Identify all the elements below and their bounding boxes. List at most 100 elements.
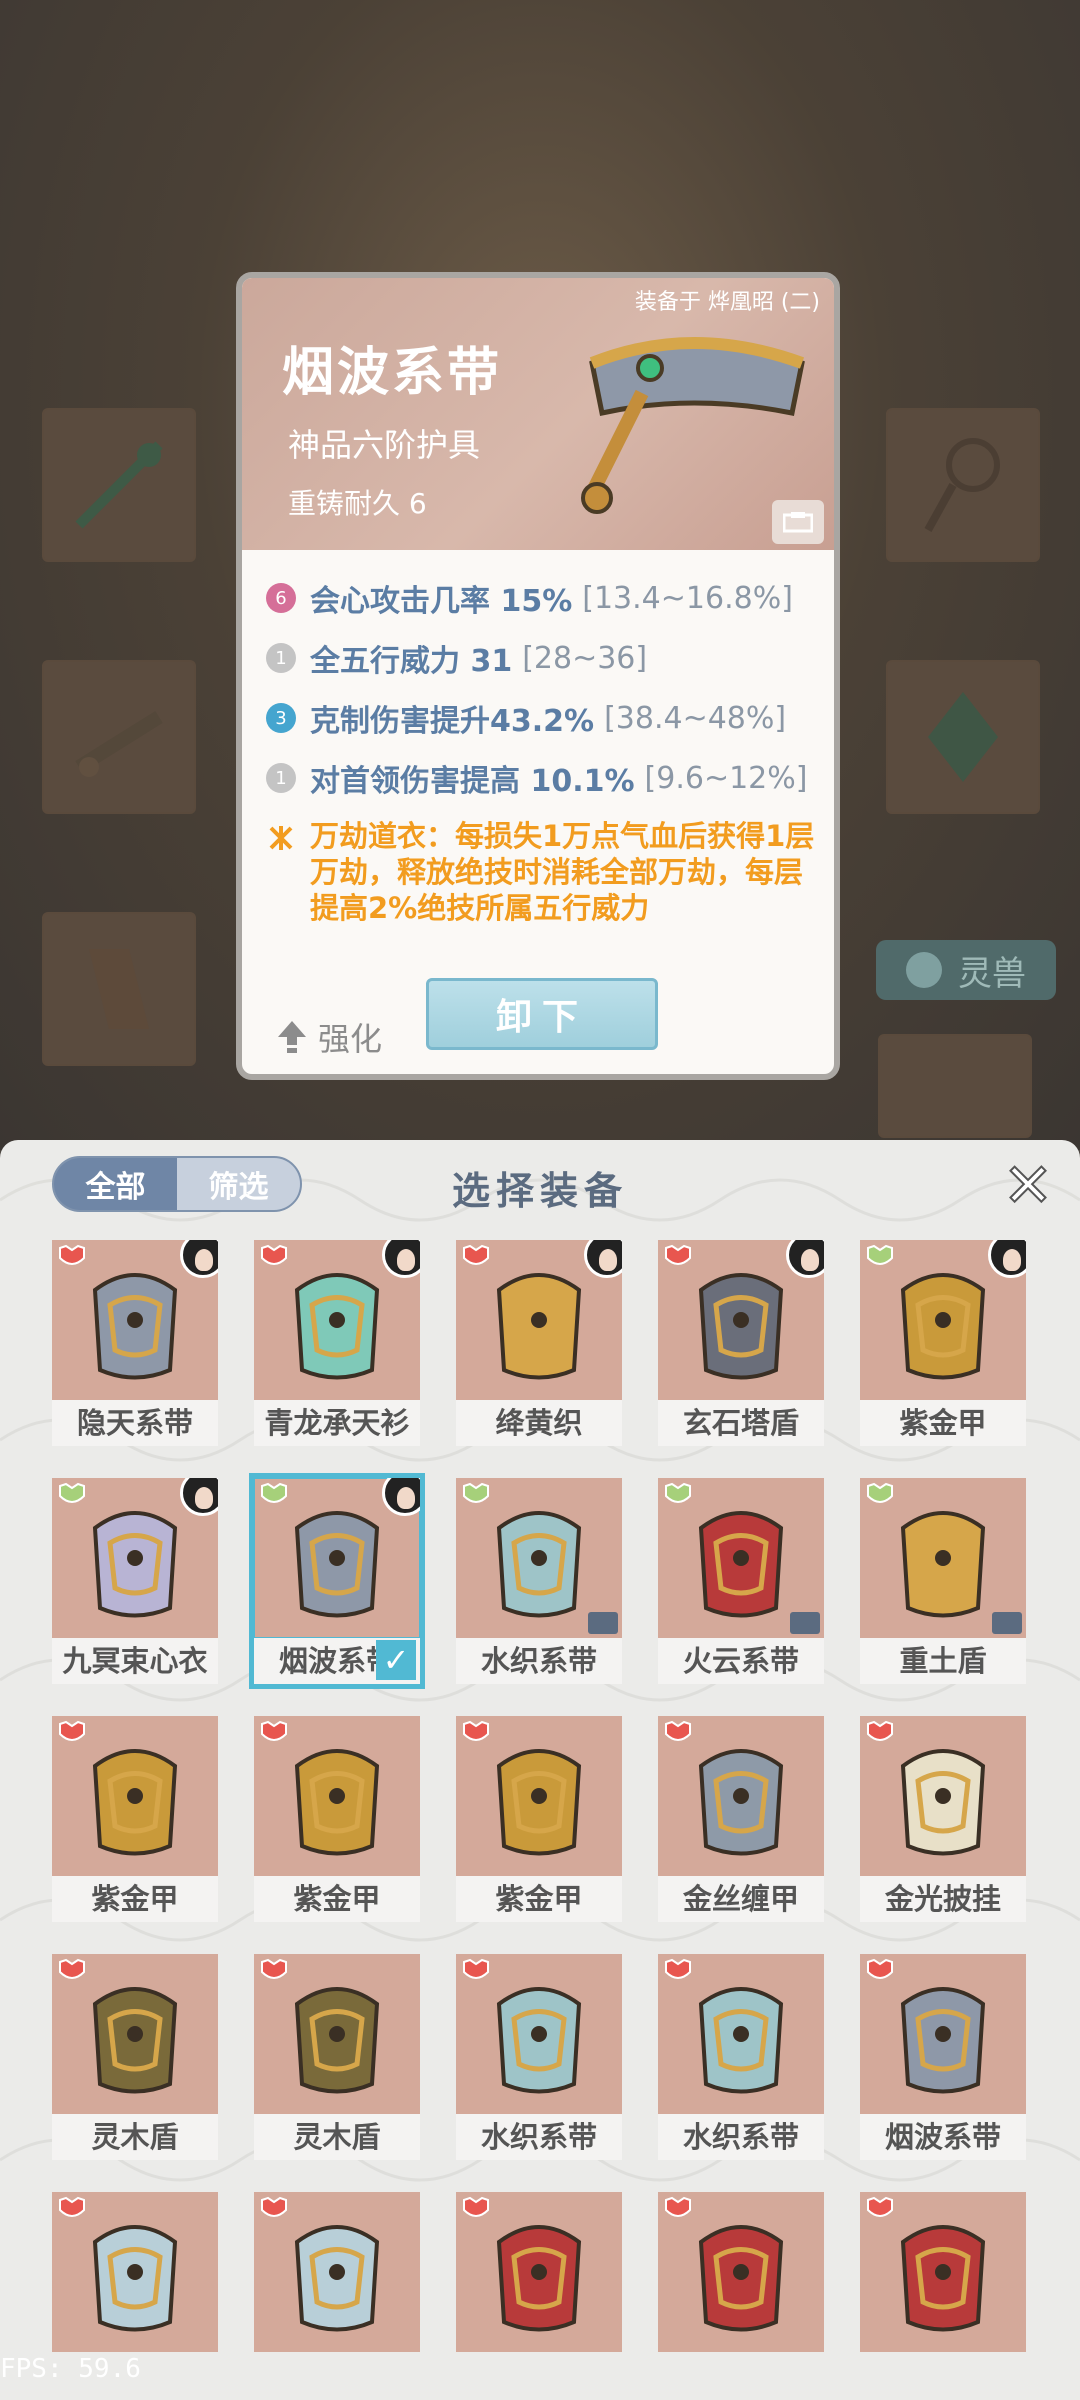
equipment-card-frame [52, 1716, 218, 1876]
armor-slot-icon [665, 1720, 691, 1741]
equipment-card-frame [254, 1954, 420, 2114]
equipment-card-frame [658, 1716, 824, 1876]
armor-slot-icon [59, 1958, 85, 1979]
close-icon[interactable]: ✕ [1000, 1155, 1056, 1217]
bg-equip-slot [886, 408, 1040, 562]
attr-range: [13.4~16.8%] [582, 580, 793, 616]
equipment-card-frame [658, 1478, 824, 1638]
equipment-card-frame [658, 1954, 824, 2114]
equipment-card-frame [456, 1478, 622, 1638]
enhance-button[interactable]: 强化 [276, 1014, 382, 1060]
equipment-card[interactable]: 玄石塔盾 [658, 1240, 824, 1446]
bg-equip-slot [878, 1034, 1032, 1138]
attribute-row: 6 会心攻击几率 15% [13.4~16.8%] [266, 568, 826, 628]
special-skill: 万劫道衣：每损失1万点气血后获得1层万劫，释放绝技时消耗全部万劫，每层提高2%绝… [266, 818, 826, 926]
equipment-card[interactable] [456, 2192, 622, 2398]
item-reforge-durability: 重铸耐久 6 [288, 487, 427, 520]
equipment-name: 紫金甲 [52, 1876, 218, 1922]
equipment-name: 金光披挂 [860, 1876, 1026, 1922]
armor-slot-icon [867, 1482, 893, 1503]
equipment-card[interactable]: 灵木盾 [254, 1954, 420, 2160]
armor-slot-icon [867, 1720, 893, 1741]
equipment-name: 水织系带 [658, 2114, 824, 2160]
enhance-label: 强化 [318, 1020, 383, 1058]
equipment-card[interactable]: 金丝缠甲 [658, 1716, 824, 1922]
equipment-card[interactable]: 青龙承天衫 [254, 1240, 420, 1446]
attr-level-badge: 6 [266, 583, 296, 613]
equipment-art-icon [496, 2225, 582, 2332]
equipment-name: 隐天系带 [52, 1400, 218, 1446]
equipped-on-label: 装备于 烨凰昭 (二) [634, 290, 820, 315]
equipment-art-icon [900, 1273, 986, 1380]
armor-slot-icon [463, 1958, 489, 1979]
equipment-name: 水织系带 [456, 2114, 622, 2160]
equipment-name: 紫金甲 [254, 1876, 420, 1922]
equipment-card-frame [250, 1474, 424, 1642]
attr-value: 克制伤害提升43.2% [310, 704, 595, 739]
equipment-art-icon [900, 1511, 986, 1618]
equipment-card[interactable]: 绛黄织 [456, 1240, 622, 1446]
attr-level-badge: 1 [266, 643, 296, 673]
equipment-card[interactable] [860, 2192, 1026, 2398]
equipment-card[interactable] [658, 2192, 824, 2398]
bg-equip-slot [42, 408, 196, 562]
tag-icon [588, 1612, 618, 1634]
equipment-card[interactable]: 水织系带 [658, 1954, 824, 2160]
bg-equip-slot [886, 660, 1040, 814]
armor-slot-icon [867, 2196, 893, 2217]
equipment-art-icon [900, 2225, 986, 2332]
equipment-name: 金丝缠甲 [658, 1876, 824, 1922]
equipment-card-frame [254, 1716, 420, 1876]
equipment-card[interactable]: 水织系带 [456, 1954, 622, 2160]
equipment-card[interactable]: 重土盾 [860, 1478, 1026, 1684]
equipment-card[interactable]: 紫金甲 [254, 1716, 420, 1922]
attr-value: 对首领伤害提高 10.1% [310, 764, 635, 799]
armor-slot-icon [261, 1720, 287, 1741]
fps-counter: FPS: 59.6 [0, 2354, 141, 2384]
equipment-card[interactable]: 紫金甲 [52, 1716, 218, 1922]
attribute-row: 1 对首领伤害提高 10.1% [9.6~12%] [266, 748, 826, 808]
equipment-card[interactable]: 紫金甲 [860, 1240, 1026, 1446]
detail-header: 装备于 烨凰昭 (二) 烟波系带 神品六阶护具 重铸耐久 6 [242, 278, 834, 550]
equipment-card-frame [52, 1240, 218, 1400]
equipment-name: 九冥束心衣 [52, 1638, 218, 1684]
equipment-card-frame [254, 1240, 420, 1400]
equipment-card[interactable]: 水织系带 [456, 1478, 622, 1684]
equipment-art-icon [92, 2225, 178, 2332]
equipment-card[interactable]: 隐天系带 [52, 1240, 218, 1446]
equipment-art-icon [294, 1273, 380, 1380]
equipment-card-frame [456, 1954, 622, 2114]
armor-slot-icon [665, 1482, 691, 1503]
equipment-card-frame [658, 1240, 824, 1400]
equipment-name: 玄石塔盾 [658, 1400, 824, 1446]
armor-slot-icon [261, 2196, 287, 2217]
equipment-art-icon [92, 1273, 178, 1380]
armor-slot-icon [261, 1958, 287, 1979]
tag-icon[interactable] [772, 500, 824, 544]
equipment-card[interactable]: 烟波系带 [860, 1954, 1026, 2160]
equipment-card[interactable]: 紫金甲 [456, 1716, 622, 1922]
equipment-card-frame [658, 2192, 824, 2352]
equipment-art-icon [900, 1987, 986, 2094]
equipment-select-panel: 全部 筛选 选择装备 ✕ 隐天系带 青龙承天衫 绛黄织 玄石塔盾 紫金甲 九冥束心衣 烟波系… [0, 1140, 1080, 2400]
equipment-name: 烟波系带 [860, 2114, 1026, 2160]
equipment-card[interactable]: 灵木盾 [52, 1954, 218, 2160]
equipment-art-icon [496, 1511, 582, 1618]
equipment-card-frame [860, 1716, 1026, 1876]
equipment-art-icon [698, 2225, 784, 2332]
armor-slot-icon [59, 1720, 85, 1741]
armor-slot-icon [867, 1958, 893, 1979]
equipment-card[interactable]: 火云系带 [658, 1478, 824, 1684]
unequip-button[interactable]: 卸下 [426, 978, 658, 1050]
beast-button: 灵兽 [876, 940, 1056, 1000]
equipment-card[interactable]: 烟波系带 ✓ [249, 1473, 425, 1689]
equipment-name: 火云系带 [658, 1638, 824, 1684]
skill-icon [269, 826, 293, 850]
equipment-card-frame [860, 1954, 1026, 2114]
armor-slot-icon [59, 1482, 85, 1503]
equipment-art-icon [698, 1749, 784, 1856]
equipment-card[interactable]: 金光披挂 [860, 1716, 1026, 1922]
equipment-card[interactable] [254, 2192, 420, 2398]
armor-slot-icon [261, 1244, 287, 1265]
equipment-card[interactable]: 九冥束心衣 [52, 1478, 218, 1684]
